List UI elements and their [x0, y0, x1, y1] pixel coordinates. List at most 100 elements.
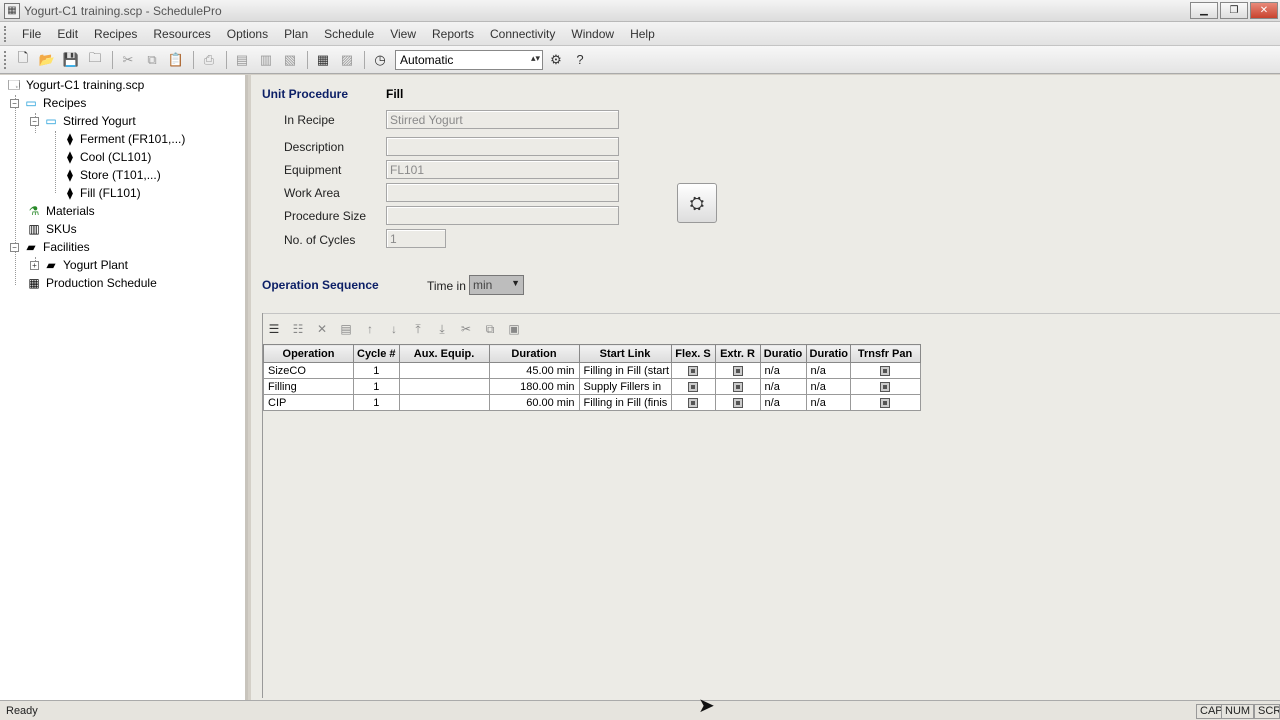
extr-checkbox[interactable] — [714, 378, 761, 395]
tree-materials-node[interactable]: ⚗ Materials — [26, 202, 95, 220]
cell-start-link[interactable]: Supply Fillers in — [578, 378, 672, 395]
cell-start-link[interactable]: Filling in Fill (start — [578, 362, 672, 379]
cell-cycle[interactable]: 1 — [353, 362, 400, 379]
copy-icon[interactable]: ⧉ — [141, 49, 163, 71]
transfer-checkbox[interactable] — [849, 394, 921, 411]
col-operation[interactable]: Operation — [263, 344, 354, 363]
cell-operation[interactable]: SizeCO — [263, 362, 354, 379]
table-row[interactable]: SizeCO 1 45.00 min Filling in Fill (star… — [263, 362, 921, 379]
clock-icon[interactable]: ◷ — [369, 49, 391, 71]
tree-file-node[interactable]: 🗔 Yogurt-C1 training.scp — [6, 76, 144, 94]
col-flex-s[interactable]: Flex. S — [670, 344, 716, 363]
expand-icon[interactable]: + — [30, 260, 39, 270]
cell-duration-a[interactable]: n/a — [759, 362, 807, 379]
maximize-button[interactable]: ❐ — [1220, 2, 1248, 19]
spin-icon[interactable]: ▴▾ — [531, 53, 540, 64]
collapse-icon[interactable]: − — [10, 98, 19, 108]
cell-duration-b[interactable]: n/a — [805, 362, 851, 379]
table-row[interactable]: Filling 1 180.00 min Supply Fillers in n… — [263, 378, 921, 395]
minimize-button[interactable]: ▁ — [1190, 2, 1218, 19]
tree-procedure-fill[interactable]: ⧫ Fill (FL101) — [64, 184, 141, 202]
col-extr-r[interactable]: Extr. R — [714, 344, 761, 363]
flex-checkbox[interactable] — [670, 378, 716, 395]
save-all-icon[interactable]: 🗀 — [84, 49, 106, 71]
add-operation-icon[interactable]: ☰ — [262, 319, 286, 339]
tree-skus-node[interactable]: ▥ SKUs — [26, 220, 76, 238]
settings-gear-icon[interactable]: ⚙ — [545, 49, 567, 71]
copy-operation-icon[interactable]: ⧉ — [478, 319, 502, 339]
calculator-icon[interactable]: ▦ — [312, 49, 334, 71]
cell-duration-b[interactable]: n/a — [805, 394, 851, 411]
move-bottom-icon[interactable]: ⤓ — [430, 319, 454, 339]
transfer-checkbox[interactable] — [849, 378, 921, 395]
cell-operation[interactable]: CIP — [263, 394, 354, 411]
cell-operation[interactable]: Filling — [263, 378, 354, 395]
time-unit-select[interactable]: min ▼ — [469, 275, 524, 295]
menu-edit[interactable]: Edit — [49, 27, 86, 41]
equipment-field[interactable]: FL101 — [386, 160, 619, 179]
menu-file[interactable]: File — [14, 27, 49, 41]
tree-schedule-node[interactable]: ▦ Production Schedule — [26, 274, 156, 292]
tree-procedure-store[interactable]: ⧫ Store (T101,...) — [64, 166, 161, 184]
tree-plant-node[interactable]: + ▰ Yogurt Plant — [30, 256, 128, 274]
navigation-tree[interactable]: 🗔 Yogurt-C1 training.scp − ▭ Recipes − ▭… — [0, 75, 248, 700]
cell-duration[interactable]: 45.00 min — [488, 362, 580, 379]
collapse-icon[interactable]: − — [30, 116, 39, 126]
cell-duration-a[interactable]: n/a — [759, 394, 807, 411]
col-duration[interactable]: Duration — [488, 344, 580, 363]
cell-duration-a[interactable]: n/a — [759, 378, 807, 395]
cut-icon[interactable]: ✂ — [117, 49, 139, 71]
in-recipe-field[interactable]: Stirred Yogurt — [386, 110, 619, 129]
menu-plan[interactable]: Plan — [276, 27, 316, 41]
cell-duration-b[interactable]: n/a — [805, 378, 851, 395]
cut-operation-icon[interactable]: ✂ — [454, 319, 478, 339]
cell-cycle[interactable]: 1 — [353, 394, 400, 411]
col-cycle[interactable]: Cycle # — [353, 344, 400, 363]
help-question-icon[interactable]: ? — [569, 49, 591, 71]
tree-procedure-ferment[interactable]: ⧫ Ferment (FR101,...) — [64, 130, 185, 148]
move-top-icon[interactable]: ⤒ — [406, 319, 430, 339]
app-icon[interactable]: ▦ — [4, 3, 20, 19]
close-button[interactable]: ✕ — [1250, 2, 1278, 19]
save-icon[interactable]: 💾 — [60, 49, 82, 71]
description-field[interactable] — [386, 137, 619, 156]
menu-help[interactable]: Help — [622, 27, 663, 41]
delete-operation-icon[interactable]: ✕ — [310, 319, 334, 339]
edit-operation-icon[interactable]: ▤ — [334, 319, 358, 339]
menu-options[interactable]: Options — [219, 27, 276, 41]
cell-start-link[interactable]: Filling in Fill (finis — [578, 394, 672, 411]
schedule-tool-icon[interactable]: ▤ — [231, 49, 253, 71]
transfer-checkbox[interactable] — [849, 362, 921, 379]
batch-tool-icon[interactable]: ▥ — [255, 49, 277, 71]
new-file-icon[interactable]: 🗋 — [12, 49, 34, 71]
collapse-icon[interactable]: − — [10, 242, 19, 252]
col-aux-equip[interactable]: Aux. Equip. — [398, 344, 490, 363]
work-area-field[interactable] — [386, 183, 619, 202]
cycles-field[interactable]: 1 — [386, 229, 446, 248]
tree-recipes-node[interactable]: − ▭ Recipes — [10, 94, 86, 112]
cell-cycle[interactable]: 1 — [353, 378, 400, 395]
extr-checkbox[interactable] — [714, 394, 761, 411]
cell-aux[interactable] — [398, 394, 490, 411]
chart-icon[interactable]: ▨ — [336, 49, 358, 71]
menu-reports[interactable]: Reports — [424, 27, 482, 41]
facility-tool-icon[interactable]: ▧ — [279, 49, 301, 71]
col-transfer-pan[interactable]: Trnsfr Pan — [849, 344, 921, 363]
insert-operation-icon[interactable]: ☷ — [286, 319, 310, 339]
col-start-link[interactable]: Start Link — [578, 344, 672, 363]
cell-aux[interactable] — [398, 378, 490, 395]
extr-checkbox[interactable] — [714, 362, 761, 379]
equipment-diagram-icon[interactable]: ⛭ — [677, 183, 717, 223]
cell-duration[interactable]: 60.00 min — [488, 394, 580, 411]
menu-view[interactable]: View — [382, 27, 424, 41]
print-icon[interactable]: ⎙ — [198, 49, 220, 71]
open-folder-icon[interactable]: 📂 — [36, 49, 58, 71]
paste-operation-icon[interactable]: ▣ — [502, 319, 526, 339]
col-duration-a[interactable]: Duratio — [759, 344, 807, 363]
move-up-icon[interactable]: ↑ — [358, 319, 382, 339]
tree-recipe-node[interactable]: − ▭ Stirred Yogurt — [30, 112, 136, 130]
paste-icon[interactable]: 📋 — [165, 49, 187, 71]
cell-duration[interactable]: 180.00 min — [488, 378, 580, 395]
menu-resources[interactable]: Resources — [145, 27, 218, 41]
move-down-icon[interactable]: ↓ — [382, 319, 406, 339]
